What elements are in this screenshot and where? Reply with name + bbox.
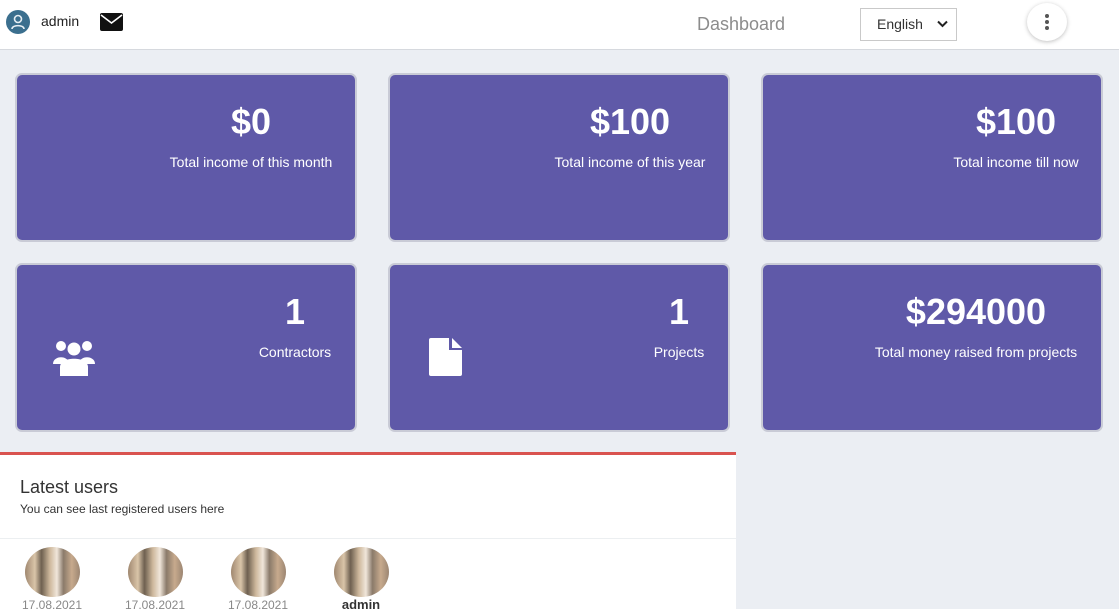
user-photo[interactable] bbox=[127, 547, 183, 597]
kebab-dot bbox=[1045, 20, 1049, 24]
kebab-menu-button[interactable] bbox=[1027, 3, 1067, 41]
card-value: $100 bbox=[975, 101, 1057, 142]
user-photo[interactable] bbox=[333, 547, 389, 597]
card-income-month: $0 Total income of this month bbox=[15, 73, 357, 242]
card-money-raised: $294000 Total money raised from projects bbox=[761, 263, 1103, 432]
user-item[interactable]: 17.08.2021 bbox=[115, 547, 195, 609]
user-photo[interactable] bbox=[230, 547, 286, 597]
user-item[interactable]: admin bbox=[321, 547, 401, 609]
card-label: Total income of this year bbox=[554, 154, 706, 170]
card-income-year: $100 Total income of this year bbox=[388, 73, 730, 242]
card-label: Contractors bbox=[258, 344, 332, 360]
divider bbox=[0, 538, 736, 539]
card-value: 1 bbox=[668, 291, 690, 332]
chevron-down-icon bbox=[937, 20, 948, 28]
user-avatar-icon[interactable] bbox=[6, 10, 30, 34]
card-label: Total income of this month bbox=[169, 154, 333, 170]
kebab-menu-icon bbox=[1045, 14, 1049, 18]
latest-users-panel: Latest users You can see last registered… bbox=[0, 452, 736, 609]
user-name: 17.08.2021 bbox=[124, 598, 186, 609]
user-item[interactable]: 17.08.2021 bbox=[12, 547, 92, 609]
card-income-total: $100 Total income till now bbox=[761, 73, 1103, 242]
card-projects: 1 Projects bbox=[388, 263, 730, 432]
latest-users-title: Latest users bbox=[20, 477, 119, 497]
card-contractors: 1 Contractors bbox=[15, 263, 357, 432]
card-value: $0 bbox=[230, 101, 272, 142]
users-icon bbox=[53, 341, 95, 376]
language-select[interactable]: English bbox=[860, 8, 957, 41]
card-value: 1 bbox=[284, 291, 306, 332]
top-bar: admin Dashboard English bbox=[0, 0, 1119, 50]
username-label[interactable]: admin bbox=[41, 13, 79, 29]
kebab-dot bbox=[1045, 26, 1049, 30]
card-value: $294000 bbox=[905, 291, 1047, 332]
card-label: Total money raised from projects bbox=[874, 344, 1078, 360]
card-value: $100 bbox=[589, 101, 671, 142]
file-icon bbox=[429, 338, 462, 376]
card-label: Total income till now bbox=[953, 154, 1079, 170]
user-item[interactable]: 17.08.2021 bbox=[218, 547, 298, 609]
user-name: 17.08.2021 bbox=[21, 598, 83, 609]
user-name: 17.08.2021 bbox=[227, 598, 289, 609]
language-select-value: English bbox=[877, 16, 923, 32]
user-name: admin bbox=[341, 597, 381, 609]
page-title: Dashboard bbox=[697, 14, 786, 34]
user-photo[interactable] bbox=[24, 547, 80, 597]
latest-users-subtitle: You can see last registered users here bbox=[20, 502, 225, 516]
envelope-icon[interactable] bbox=[100, 13, 123, 31]
